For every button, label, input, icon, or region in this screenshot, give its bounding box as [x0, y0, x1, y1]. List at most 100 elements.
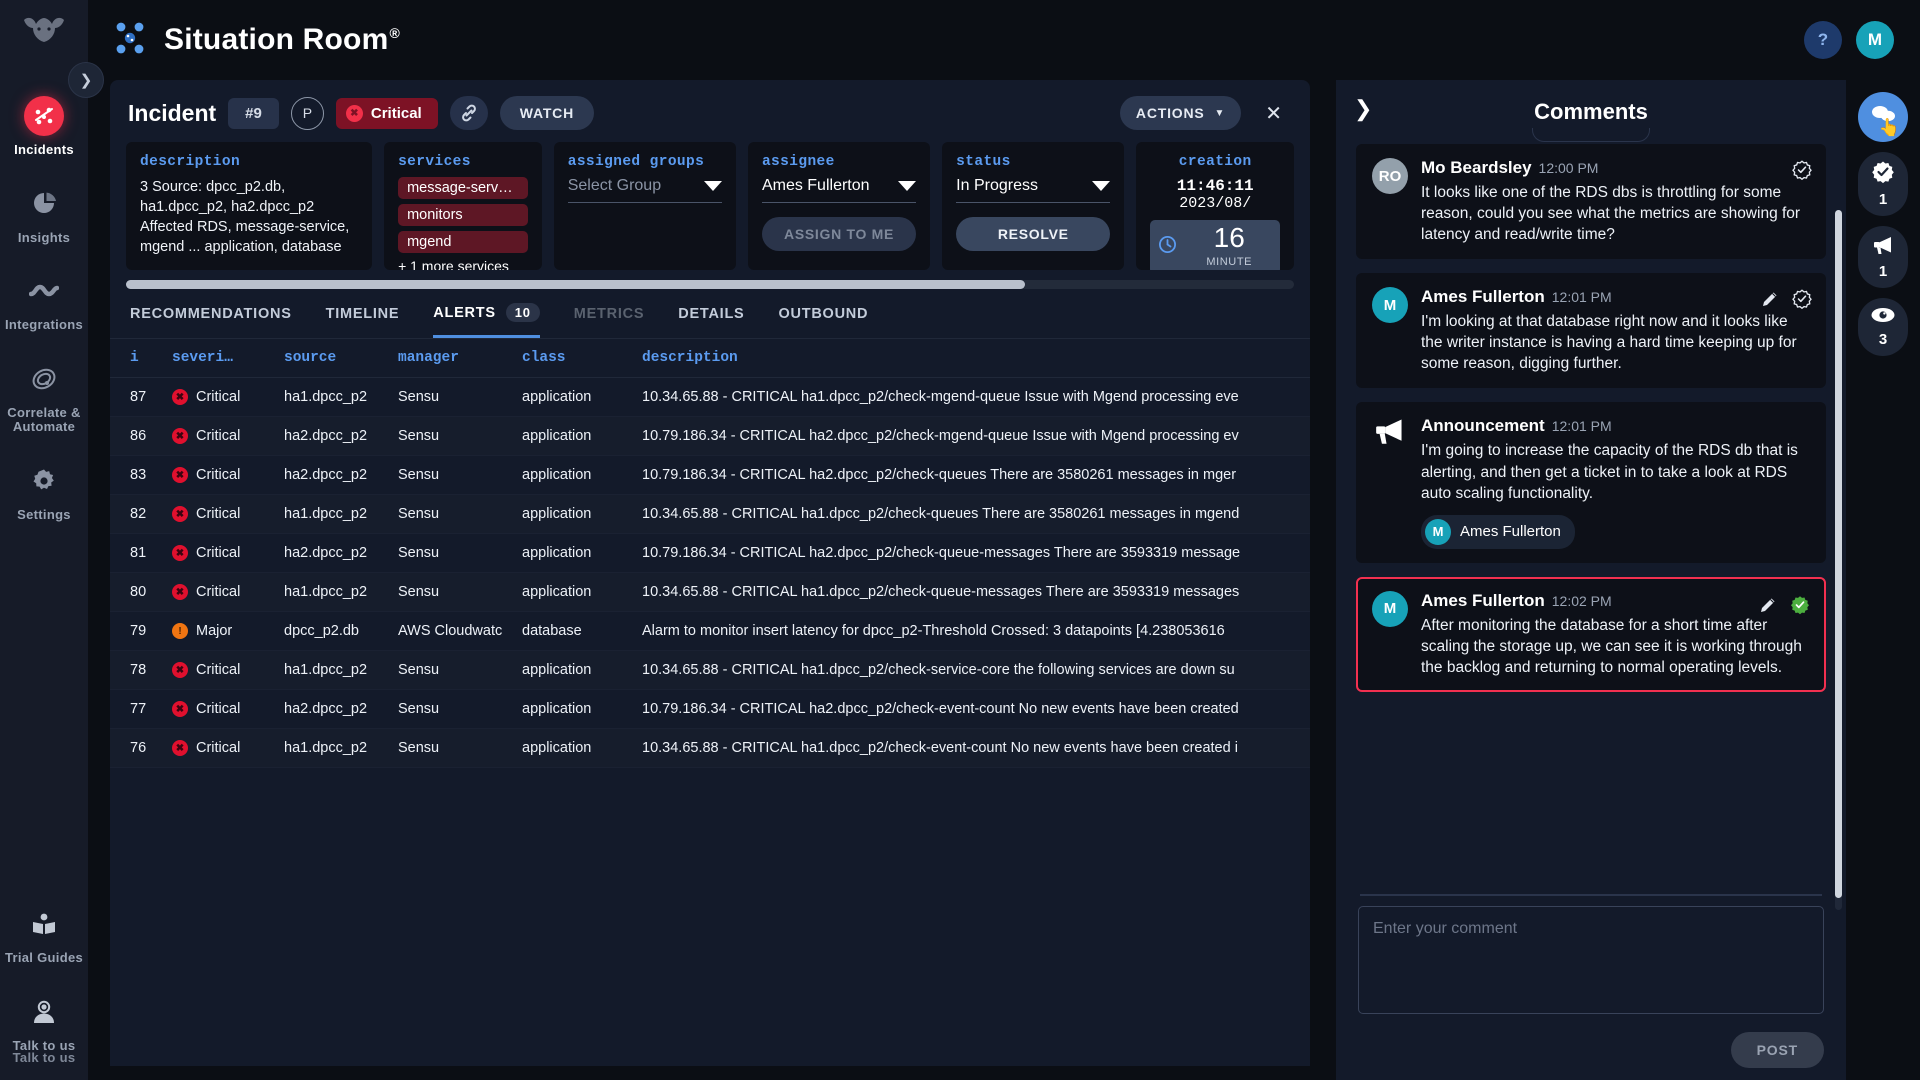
table-row[interactable]: 76 ✖ Critical ha1.dpcc_p2 Sensu application 10…	[110, 729, 1310, 768]
cell-source: ha1.dpcc_p2	[284, 662, 368, 678]
sidebar-item-trial-guides[interactable]: Trial Guides	[0, 891, 88, 979]
tab-alerts-badge: 10	[505, 303, 540, 322]
sidebar-item-settings[interactable]: Settings	[0, 448, 88, 536]
chevron-down-icon	[898, 181, 917, 191]
comment-input[interactable]	[1358, 906, 1824, 1014]
table-row[interactable]: 82 ✖ Critical ha1.dpcc_p2 Sensu application 10…	[110, 495, 1310, 534]
column-header-source[interactable]: source	[284, 350, 398, 366]
cards-horizontal-scrollbar[interactable]	[126, 280, 1294, 289]
rail-watchers-count: 3	[1878, 331, 1888, 348]
scrollbar-thumb[interactable]	[126, 280, 1026, 289]
comment-body: Announcement 12:01 PM I'm going to increas…	[1421, 416, 1810, 549]
status-select[interactable]: In Progress	[956, 177, 1111, 203]
cell-class: application	[522, 389, 592, 405]
collapse-comments-button[interactable]: ❯	[1354, 96, 1372, 122]
verified-badge-icon[interactable]	[1792, 289, 1812, 310]
avatar: M	[1372, 287, 1408, 324]
severity-label: Critical	[196, 584, 241, 600]
edit-icon[interactable]	[1759, 596, 1777, 614]
cell-severity: ✖ Critical	[172, 740, 284, 756]
comment-card[interactable]: M Ames Fullerton 12:01 PM I'm looking at th…	[1356, 273, 1826, 389]
table-row[interactable]: 78 ✖ Critical ha1.dpcc_p2 Sensu application 10…	[110, 651, 1310, 690]
sidebar-item-label: Correlate & Automate	[7, 404, 81, 435]
copy-link-button[interactable]	[449, 96, 488, 130]
comment-time: 12:01 PM	[1551, 289, 1612, 306]
rail-watchers-button[interactable]: 3	[1858, 298, 1908, 356]
table-row[interactable]: 83 ✖ Critical ha2.dpcc_p2 Sensu application 10…	[110, 456, 1310, 495]
cell-class: application	[522, 545, 592, 561]
sidebar-item-incidents[interactable]: Incidents	[0, 83, 88, 171]
table-row[interactable]: 86 ✖ Critical ha2.dpcc_p2 Sensu application 10…	[110, 417, 1310, 456]
sidebar-nav: Incidents Insights Integrations Correlat…	[0, 83, 88, 535]
cell-manager: Sensu	[398, 389, 440, 405]
help-button[interactable]: ?	[1804, 21, 1842, 59]
scrollbar-thumb[interactable]	[1835, 210, 1842, 898]
alerts-table-body: 87 ✖ Critical ha1.dpcc_p2 Sensu application 10…	[110, 378, 1310, 768]
sidebar-expand-button[interactable]: ❯	[68, 62, 104, 98]
cell-i: 79	[130, 623, 147, 639]
incident-panel: Incident #9 P ✖ Critical WATCH ACTIONS ▼…	[110, 80, 1310, 1066]
table-row[interactable]: 77 ✖ Critical ha2.dpcc_p2 Sensu application 10…	[110, 690, 1310, 729]
tab-details[interactable]: DETAILS	[678, 306, 744, 338]
watch-button[interactable]: WATCH	[499, 96, 595, 130]
verified-badge-icon[interactable]	[1792, 160, 1812, 180]
comment-body: Ames Fullerton 12:01 PM I'm looking at tha…	[1421, 287, 1810, 374]
incident-detail-cards: description 3 Source: dpcc_p2.db, ha1.dp…	[110, 142, 1310, 270]
column-header-severity[interactable]: severi…	[172, 350, 284, 366]
avatar: M	[1425, 518, 1451, 545]
creation-card: creation 11:46:11 2023/08/ 16 MINUTE	[1136, 142, 1295, 270]
sidebar-item-talk-to-us[interactable]: Talk to us Talk to us	[0, 979, 88, 1066]
comments-scrollbar[interactable]	[1835, 210, 1842, 910]
resolve-button[interactable]: RESOLVE	[956, 217, 1111, 251]
assigned-groups-select[interactable]: Select Group	[567, 177, 722, 203]
critical-icon: ✖	[172, 662, 188, 678]
comment-header: Ames Fullerton 12:01 PM	[1421, 287, 1810, 307]
table-row[interactable]: 80 ✖ Critical ha1.dpcc_p2 Sensu application 10…	[110, 573, 1310, 612]
rail-verified-button[interactable]: 1	[1858, 152, 1908, 216]
cell-source: ha1.dpcc_p2	[284, 584, 368, 600]
comment-card[interactable]: M Ames Fullerton 12:02 PM After monitoring …	[1356, 576, 1826, 692]
tab-metrics[interactable]: METRICS	[574, 306, 645, 338]
avatar[interactable]: M	[1856, 21, 1894, 59]
rail-announcements-button[interactable]: 1	[1858, 226, 1908, 288]
column-header-i[interactable]: i	[130, 350, 172, 366]
table-row[interactable]: 79! Major dpcc_p2.db AWS Cloudwatc database A…	[110, 612, 1310, 651]
verified-badge-green-icon[interactable]	[1790, 595, 1810, 615]
table-row[interactable]: 87 ✖ Critical ha1.dpcc_p2 Sensu application 10…	[110, 378, 1310, 417]
timer-value: 16	[1213, 222, 1245, 253]
column-header-manager[interactable]: manager	[398, 350, 522, 366]
cell-i: 78	[130, 662, 147, 678]
tab-outbound[interactable]: OUTBOUND	[778, 306, 868, 338]
sidebar-item-insights[interactable]: Insights	[0, 171, 88, 259]
severity-label: Critical	[196, 662, 241, 678]
sidebar-item-label: Integrations	[5, 317, 83, 333]
table-row[interactable]: 81 ✖ Critical ha2.dpcc_p2 Sensu application 10…	[110, 534, 1310, 573]
tab-recommendations[interactable]: RECOMMENDATIONS	[130, 306, 292, 338]
comments-list[interactable]: RO Mo Beardsley 12:00 PM It looks like one …	[1336, 144, 1846, 884]
cell-description: 10.79.186.34 - CRITICAL ha2.dpcc_p2/chec…	[642, 701, 1239, 717]
column-header-class[interactable]: class	[522, 350, 642, 366]
tab-alerts[interactable]: ALERTS 10	[433, 303, 540, 338]
comment-card[interactable]: RO Mo Beardsley 12:00 PM It looks like one …	[1356, 144, 1826, 260]
priority-badge[interactable]: P	[290, 96, 324, 130]
tab-timeline[interactable]: TIMELINE	[326, 306, 400, 338]
edit-icon[interactable]	[1761, 290, 1779, 308]
column-header-description[interactable]: description	[642, 350, 1290, 366]
sidebar-item-correlate-automate[interactable]: Correlate & Automate	[0, 346, 88, 448]
tab-alerts-label: ALERTS	[433, 304, 496, 321]
actions-button[interactable]: ACTIONS ▼	[1119, 96, 1242, 130]
critical-icon: ✖	[172, 506, 188, 522]
assign-to-me-button[interactable]: ASSIGN TO ME	[761, 217, 917, 251]
critical-icon: ✖	[172, 740, 188, 756]
assignee-select[interactable]: Ames Fullerton	[761, 177, 917, 203]
sidebar-item-integrations[interactable]: Integrations	[0, 258, 88, 346]
more-services-label[interactable]: + 1 more services	[398, 258, 528, 270]
critical-icon: ✖	[172, 545, 188, 561]
critical-icon: ✖	[172, 428, 188, 444]
announcement-card[interactable]: Announcement 12:01 PM I'm going to increas…	[1356, 402, 1826, 563]
close-icon[interactable]: ✕	[1255, 101, 1292, 126]
megaphone-icon	[1871, 234, 1895, 261]
rail-comments-button[interactable]: 👆	[1858, 92, 1908, 142]
post-button[interactable]: POST	[1730, 1032, 1824, 1068]
right-rail: 👆 1 1 3	[1846, 80, 1920, 1080]
